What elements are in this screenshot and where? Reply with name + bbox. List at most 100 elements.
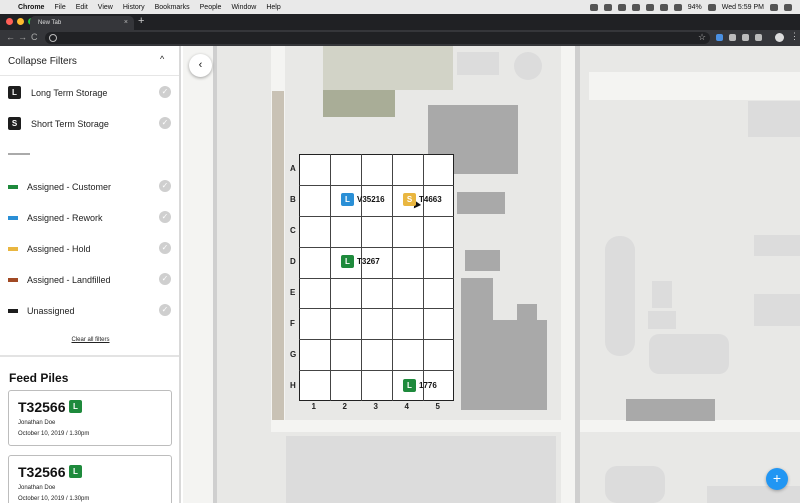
grid-line [299,184,454,186]
clear-all-filters-link[interactable]: Clear all filters [0,337,179,343]
status-area: 94% Wed 5:59 PM [589,0,792,14]
check-circle-icon[interactable]: ✓ [159,180,171,192]
address-bar[interactable] [45,32,710,44]
battery-icon[interactable] [707,3,716,11]
grid-column-label: 5 [435,402,440,411]
map-building [465,250,500,271]
extension-printer-icon[interactable] [729,34,736,41]
map-pile-marker[interactable]: L T3267 [341,255,380,269]
filter-assigned-hold[interactable]: Assigned - Hold ✓ [0,240,179,260]
pile-type-badge: L [403,378,416,392]
menu-view[interactable]: View [98,4,113,11]
collapse-filters-label: Collapse Filters [8,56,77,67]
filter-unassigned[interactable]: Unassigned ✓ [0,302,179,322]
browser-menu-icon[interactable]: ⋮ [790,31,799,42]
collapse-sidebar-button[interactable]: ‹ [189,54,212,77]
menu-history[interactable]: History [123,4,145,11]
glasses-icon[interactable] [631,3,640,11]
chevron-up-icon[interactable]: ^ [160,54,164,64]
map-building [707,486,800,503]
check-circle-icon[interactable]: ✓ [159,242,171,254]
grid-row-label: A [290,164,296,174]
creative-cloud-icon[interactable] [617,3,626,11]
feed-piles-title: Feed Piles [9,371,69,385]
map-building [648,311,676,329]
extension-record-icon[interactable] [742,34,749,41]
menu-app-name[interactable]: Chrome [18,4,44,11]
site-map[interactable] [183,46,800,503]
filter-label: Unassigned [27,306,75,316]
map-building [461,278,493,410]
extension-shield-icon[interactable] [755,34,762,41]
menu-edit[interactable]: Edit [76,4,88,11]
add-pile-button[interactable]: + [766,468,788,490]
divider [8,153,30,155]
check-circle-icon[interactable]: ✓ [159,86,171,98]
menu-bookmarks[interactable]: Bookmarks [155,4,190,11]
map-building [286,436,556,503]
tab-new-tab[interactable]: New Tab × [30,16,134,30]
grid-line [299,277,454,279]
check-circle-icon[interactable]: ✓ [159,273,171,285]
map-building [457,192,505,214]
profile-avatar[interactable] [775,33,784,42]
bookmark-star-icon[interactable]: ☆ [698,32,706,43]
status-swatch [8,309,18,313]
status-swatch [8,216,18,220]
bluetooth-icon[interactable] [659,3,668,11]
search-icon[interactable] [770,3,778,11]
back-icon[interactable]: ← [6,32,15,42]
map-pile-marker[interactable]: L 1776 [403,378,437,392]
section-divider [0,355,179,357]
menu-file[interactable]: File [54,4,65,11]
menu-people[interactable]: People [200,4,222,11]
collapse-filters-header[interactable]: Collapse Filters ^ [0,46,179,76]
close-icon[interactable]: × [124,19,128,26]
short-term-badge: S [8,117,21,130]
map-pile-marker[interactable]: L V35216 [341,193,385,207]
filter-label: Short Term Storage [31,119,109,129]
check-circle-icon[interactable]: ✓ [159,211,171,223]
grid-row-label: H [290,380,296,390]
dropbox-icon[interactable] [589,3,598,11]
grid-line [299,370,454,372]
pile-id: T32566 [18,399,66,415]
map-tank [514,52,542,80]
filter-assigned-landfilled[interactable]: Assigned - Landfilled ✓ [0,271,179,291]
wifi-icon[interactable] [673,3,682,11]
filter-assigned-rework[interactable]: Assigned - Rework ✓ [0,209,179,229]
feed-pile-card[interactable]: T32566 L Jonathan Doe October 10, 2019 /… [8,455,172,503]
grid-column-label: 4 [404,402,409,411]
filter-long-term-storage[interactable]: L Long Term Storage ✓ [0,84,179,104]
filter-short-term-storage[interactable]: S Short Term Storage ✓ [0,115,179,135]
extension-windows-icon[interactable] [716,34,723,41]
map-road [561,46,575,503]
grid-row-label: C [290,226,296,236]
grid-line [299,308,454,310]
feed-pile-card[interactable]: T32566 L Jonathan Doe October 10, 2019 /… [8,390,172,446]
grid-row-label: E [290,287,296,297]
grid-column-label: 1 [311,402,316,411]
filter-assigned-customer[interactable]: Assigned - Customer ✓ [0,178,179,198]
new-tab-button[interactable]: + [138,15,144,27]
shield-icon[interactable] [603,3,612,11]
long-term-badge: L [8,86,21,99]
map-road [271,420,800,432]
close-window-button[interactable] [6,18,13,25]
display-icon[interactable] [645,3,654,11]
menu-window[interactable]: Window [231,4,256,11]
check-circle-icon[interactable]: ✓ [159,117,171,129]
map-building [754,294,800,326]
clock[interactable]: Wed 5:59 PM [722,4,764,11]
check-circle-icon[interactable]: ✓ [159,304,171,316]
pile-label: T4663 [419,195,442,205]
forward-icon[interactable]: → [18,32,27,42]
map-building [517,304,537,359]
map-building [748,101,800,137]
minimize-window-button[interactable] [17,18,24,25]
map-pile-marker[interactable]: S T4663 [403,193,442,207]
menu-help[interactable]: Help [266,4,280,11]
control-center-icon[interactable] [784,3,792,11]
reload-icon[interactable]: C [31,32,38,42]
map-path [272,91,284,420]
